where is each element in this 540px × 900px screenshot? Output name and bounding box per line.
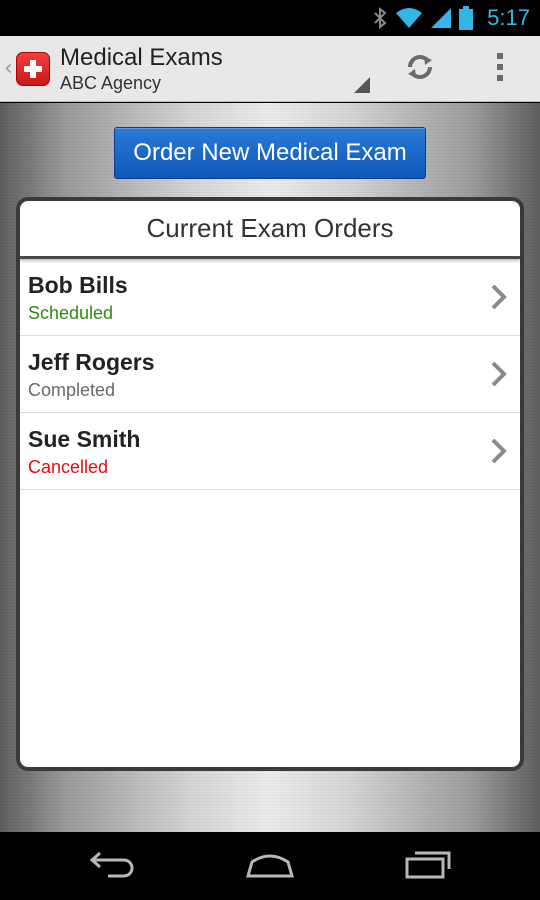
wifi-icon [395,7,423,29]
order-status: Completed [28,380,116,400]
chevron-right-icon [490,360,508,392]
spinner-indicator-icon [354,77,370,93]
order-patient-name: Bob Bills [28,272,128,298]
home-icon [242,850,298,882]
overflow-menu-button[interactable] [470,36,530,102]
order-patient-name: Sue Smith [28,426,141,452]
signal-icon [431,7,452,29]
navigation-bar [0,832,540,900]
order-patient-name: Jeff Rogers [28,349,155,375]
action-bar: ‹ Medical Exams ABC Agency [0,36,540,102]
home-button[interactable] [215,832,325,900]
status-bar: 5:17 [0,0,540,36]
order-list-item[interactable]: Jeff Rogers Completed [20,336,520,413]
orders-list: Bob Bills Scheduled Jeff Rogers Completed Su… [20,259,520,490]
refresh-button[interactable] [390,36,450,102]
order-list-item[interactable]: Sue Smith Cancelled [20,413,520,490]
back-button[interactable] [58,832,168,900]
order-status: Scheduled [28,303,114,323]
battery-icon [459,6,474,30]
order-status: Cancelled [28,457,109,477]
chevron-right-icon [490,437,508,469]
recent-apps-icon [403,849,453,883]
home-up-button[interactable]: ‹ [0,36,50,101]
content-area: Order New Medical Exam Current Exam Orde… [0,103,540,832]
refresh-icon [404,51,436,87]
chevron-right-icon [490,283,508,315]
order-list-item[interactable]: Bob Bills Scheduled [20,259,520,336]
back-icon [88,849,138,883]
account-spinner[interactable]: Medical Exams ABC Agency [60,36,370,101]
bluetooth-icon [373,7,387,29]
order-new-exam-button[interactable]: Order New Medical Exam [114,127,426,179]
overflow-menu-icon [495,52,505,86]
app-subtitle: ABC Agency [60,72,162,93]
orders-panel: Current Exam Orders Bob Bills Scheduled Je… [16,197,524,771]
status-time: 5:17 [487,5,530,30]
red-cross-icon [16,51,50,86]
app-title: Medical Exams [60,43,223,71]
recent-apps-button[interactable] [373,832,483,900]
panel-title: Current Exam Orders [20,201,520,259]
up-caret-icon: ‹ [4,56,13,81]
